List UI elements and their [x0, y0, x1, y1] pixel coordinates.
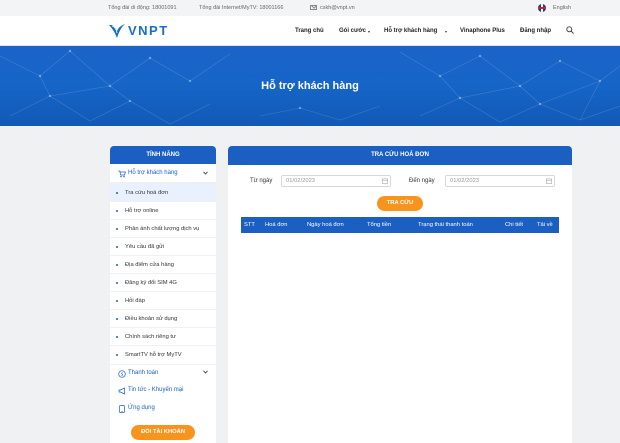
nav-home[interactable]: Trang chủ [295, 28, 324, 34]
vnpt-logo-icon[interactable] [108, 23, 126, 39]
panel-title: TRA CỨU HOÁ ĐƠN [228, 146, 572, 165]
bullet [116, 264, 118, 266]
sidebar-title: TÍNH NĂNG [110, 146, 216, 164]
sidebar-item-label: SmartTV hỗ trợ MyTV [125, 351, 182, 358]
sidebar-item-label: Tra cứu hoá đơn [125, 189, 169, 196]
from-date-label: Từ ngày [250, 178, 273, 184]
sidebar-group-news[interactable]: Tin tức - Khuyến mại [110, 382, 216, 400]
sidebar-group-support-label: Hỗ trợ khách hàng [128, 170, 178, 176]
sidebar-item-invoice-lookup[interactable]: Tra cứu hoá đơn [110, 183, 216, 201]
sidebar-item-faq[interactable]: Hỏi đáp [110, 291, 216, 309]
chevron-down-icon [368, 30, 370, 33]
support-email[interactable]: cskh@vnpt.vn [320, 5, 355, 11]
chevron-down-icon[interactable] [203, 370, 208, 374]
sidebar-group-payment-label: Thanh toán [128, 370, 159, 376]
search-button[interactable]: TRA CỨU [377, 196, 423, 211]
sidebar-item-label: Hỏi đáp [125, 297, 145, 304]
bullet [116, 300, 118, 302]
sidebar-item-online-support[interactable]: Hỗ trợ online [110, 201, 216, 219]
sidebar-item-sent-requests[interactable]: Yêu cầu đã gửi [110, 237, 216, 255]
bullet [116, 354, 118, 356]
bullet [116, 336, 118, 338]
bullet [116, 192, 118, 194]
app-icon [119, 404, 125, 413]
from-date-input[interactable]: 01/02/2023 [281, 175, 391, 187]
chevron-down-icon[interactable] [203, 171, 208, 175]
sidebar-item-label: Phản ánh chất lượng dịch vụ [125, 225, 200, 232]
nav-login[interactable]: Đăng nhập [520, 28, 551, 34]
nav-packages[interactable]: Gói cước [339, 28, 366, 34]
sidebar-group-apps-label: Ứng dụng [128, 405, 155, 411]
sidebar-item-label: Chính sách riêng tư [125, 333, 176, 340]
sidebar-group-apps[interactable]: Ứng dụng [110, 400, 216, 418]
sidebar-group-news-label: Tin tức - Khuyến mại [128, 387, 184, 393]
bullet [116, 228, 118, 230]
sidebar-group-support[interactable]: Hỗ trợ khách hàng [110, 165, 216, 183]
switch-account-button[interactable]: ĐỔI TÀI KHOẢN [131, 425, 195, 440]
calendar-icon[interactable] [382, 178, 388, 184]
bullet [116, 246, 118, 248]
bullet [116, 210, 118, 212]
cart-icon [118, 170, 126, 177]
internet-hotline[interactable]: Tổng đài Internet/MyTV: 18001166 [199, 5, 283, 11]
sidebar-item-label: Hỗ trợ online [125, 207, 159, 214]
megaphone-icon [118, 386, 125, 395]
sidebar-item-terms[interactable]: Điều khoản sử dụng [110, 309, 216, 327]
sidebar-item-label: Yêu cầu đã gửi [125, 243, 165, 250]
sidebar-item-privacy[interactable]: Chính sách riêng tư [110, 327, 216, 345]
chevron-down-icon [445, 30, 447, 33]
logo-text[interactable]: VNPT [128, 23, 169, 38]
bullet [116, 318, 118, 320]
column-header-total[interactable]: Tổng tiền [367, 222, 391, 228]
sidebar-item-sim-4g[interactable]: Đăng ký đổi SIM 4G [110, 273, 216, 291]
banner-title: Hỗ trợ khách hàng [261, 80, 359, 92]
mobile-hotline[interactable]: Tổng đài di động: 18001091 [108, 5, 177, 11]
to-date-input[interactable]: 01/02/2023 [445, 175, 555, 187]
svg-text:$: $ [121, 371, 124, 377]
nav-vinaphone-plus[interactable]: Vinaphone Plus [460, 28, 505, 34]
language-switch[interactable]: English [553, 5, 571, 11]
coin-icon: $ [118, 369, 126, 377]
search-icon[interactable] [566, 26, 574, 34]
sidebar-item-smarttv[interactable]: SmartTV hỗ trợ MyTV [110, 345, 216, 363]
column-header-invoice[interactable]: Hoá đơn [265, 222, 288, 228]
page-banner: Hỗ trợ khách hàng [0, 46, 620, 126]
column-header-payment-status[interactable]: Trạng thái thanh toán [418, 222, 473, 228]
nav-support[interactable]: Hỗ trợ khách hàng [384, 28, 437, 34]
uk-flag-icon[interactable] [538, 4, 546, 12]
sidebar-item-label: Đăng ký đổi SIM 4G [125, 279, 177, 286]
invoice-lookup-panel: TRA CỨU HOÁ ĐƠN [228, 146, 572, 443]
from-date-value: 01/02/2023 [286, 178, 316, 184]
sidebar-item-store-locations[interactable]: Địa điểm cửa hàng [110, 255, 216, 273]
to-date-label: Đến ngày [409, 178, 435, 184]
column-header-stt[interactable]: STT [244, 222, 255, 228]
calendar-icon[interactable] [546, 178, 552, 184]
sidebar-group-payment[interactable]: $ Thanh toán [110, 364, 216, 382]
top-info-bar: Tổng đài di động: 18001091 Tổng đài Inte… [0, 0, 620, 16]
mail-icon [310, 5, 317, 10]
sidebar-item-label: Điều khoản sử dụng [125, 315, 178, 322]
sidebar-item-label: Địa điểm cửa hàng [125, 261, 174, 268]
bullet [116, 282, 118, 284]
column-header-invoice-date[interactable]: Ngày hoá đơn [307, 222, 344, 228]
column-header-download[interactable]: Tải về [537, 222, 553, 228]
column-header-details[interactable]: Chi tiết [505, 222, 523, 228]
sidebar-item-quality-feedback[interactable]: Phản ánh chất lượng dịch vụ [110, 219, 216, 237]
site-header: VNPT Trang chủ Gói cước Hỗ trợ khách hàn… [0, 16, 620, 46]
to-date-value: 01/02/2023 [450, 178, 480, 184]
